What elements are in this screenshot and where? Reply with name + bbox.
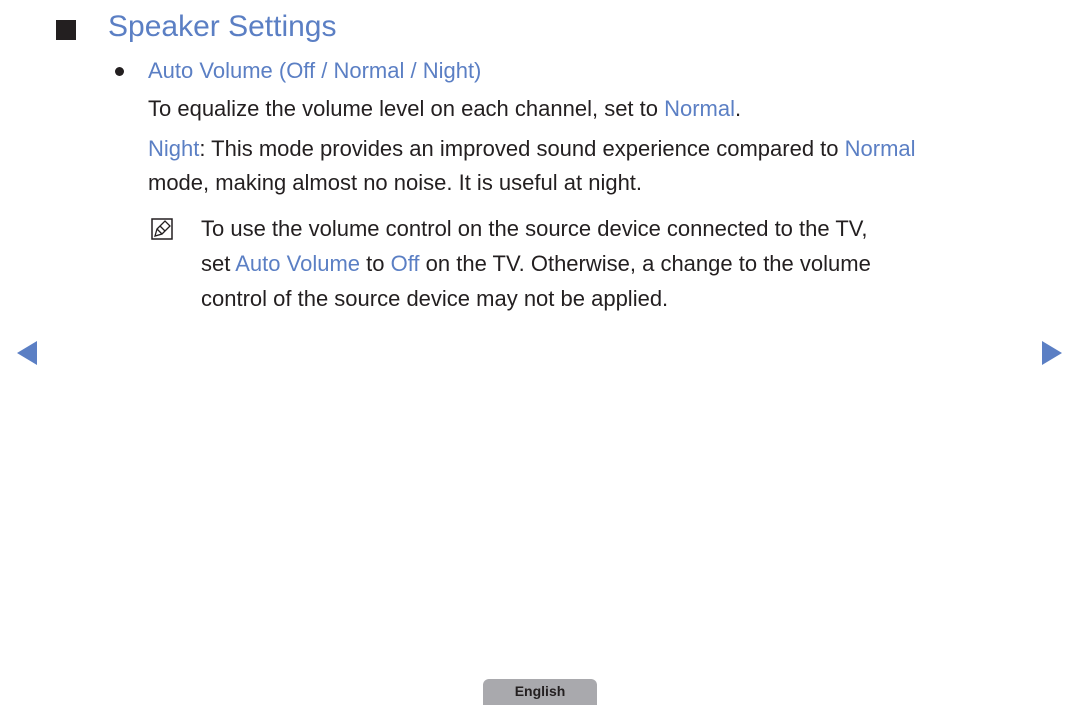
note-line: To use the volume control on the source … — [201, 216, 868, 241]
next-page-arrow-icon[interactable] — [1042, 341, 1062, 365]
note-text: To use the volume control on the source … — [201, 211, 871, 316]
paragraph-text: To equalize the volume level on each cha… — [148, 96, 665, 121]
highlight-normal: Normal — [844, 136, 916, 161]
paragraph-end: . — [735, 96, 742, 121]
note-icon — [151, 218, 173, 240]
paragraph-text: : This mode provides an improved sound e… — [199, 136, 845, 161]
paragraph-equalize: To equalize the volume level on each cha… — [148, 92, 741, 126]
language-tab: English — [483, 679, 597, 705]
note-text-part: set — [201, 251, 236, 276]
section-marker-square — [56, 20, 76, 40]
highlight-auto-volume: Auto Volume — [235, 251, 360, 276]
note-text-part: to — [360, 251, 391, 276]
highlight-night: Night — [148, 136, 200, 161]
note-line: control of the source device may not be … — [201, 286, 669, 311]
bullet-icon — [115, 67, 124, 76]
highlight-normal: Normal — [664, 96, 736, 121]
paragraph-night: Night: This mode provides an improved so… — [148, 132, 916, 200]
section-heading: Auto Volume (Off / Normal / Night) — [148, 58, 482, 83]
previous-page-arrow-icon[interactable] — [17, 341, 37, 365]
note-text-part: on the TV. Otherwise, a change to the vo… — [419, 251, 871, 276]
page-title: Speaker Settings — [108, 10, 337, 43]
highlight-off: Off — [390, 251, 420, 276]
paragraph-text: mode, making almost no noise. It is usef… — [148, 170, 643, 195]
